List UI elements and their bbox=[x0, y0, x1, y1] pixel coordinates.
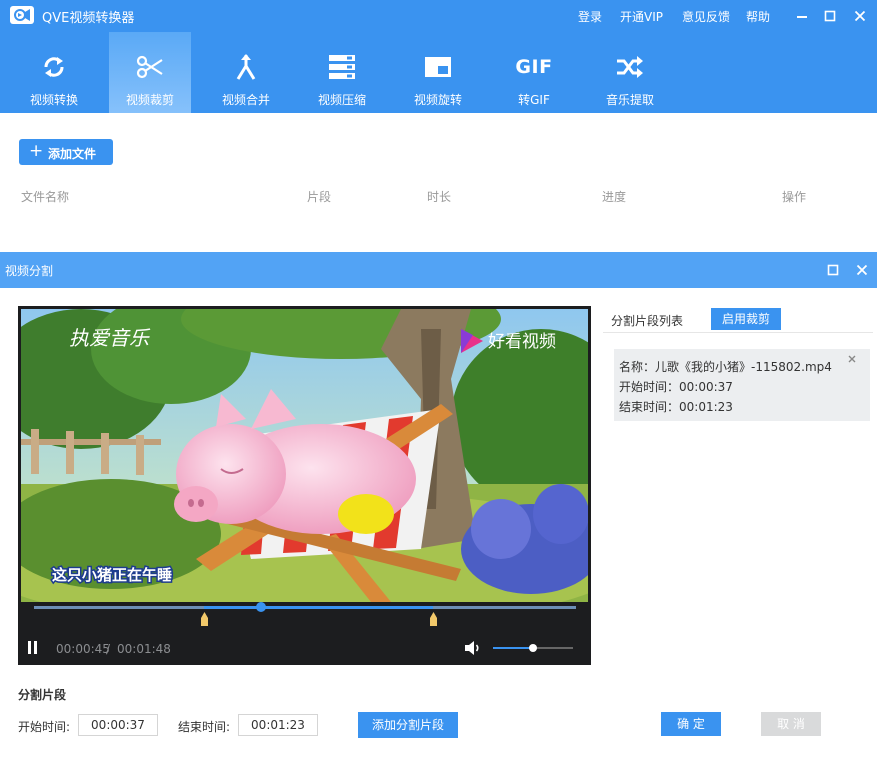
app-logo-icon bbox=[10, 6, 34, 24]
nav-video-merge[interactable]: 视频合并 bbox=[205, 32, 287, 113]
help-link[interactable]: 帮助 bbox=[746, 8, 770, 25]
column-header-filename: 文件名称 bbox=[21, 190, 70, 204]
start-time-label: 开始时间: bbox=[18, 720, 71, 734]
video-scene: 好看视频 执爱音乐 这只小猪正在午睡 bbox=[21, 309, 588, 602]
seek-selection bbox=[204, 606, 433, 609]
column-header-actions: 操作 bbox=[782, 190, 807, 204]
compress-icon bbox=[329, 55, 355, 79]
nav-label: 视频转换 bbox=[29, 93, 78, 107]
top-bar: QVE视频转换器 登录 开通VIP 意见反馈 帮助 视频转换 视频裁剪 视频合并… bbox=[0, 0, 877, 113]
pause-icon[interactable] bbox=[27, 641, 39, 655]
column-header-segment: 片段 bbox=[307, 190, 332, 204]
add-file-button[interactable]: + 添加文件 bbox=[19, 139, 113, 165]
end-time-input[interactable] bbox=[238, 714, 318, 736]
nav-music-extract[interactable]: 音乐提取 bbox=[589, 32, 671, 113]
title-bar: QVE视频转换器 登录 开通VIP 意见反馈 帮助 bbox=[0, 0, 877, 32]
dialog-header: 视频分割 bbox=[0, 252, 877, 288]
time-separator: / bbox=[106, 642, 111, 656]
segment-item[interactable]: 名称：儿歌《我的小猪》-115802.mp4 开始时间：00:00:37 结束时… bbox=[614, 349, 870, 421]
total-time: 00:01:48 bbox=[117, 642, 171, 656]
start-time-input[interactable] bbox=[78, 714, 158, 736]
app-title: QVE视频转换器 bbox=[42, 11, 135, 26]
refresh-icon bbox=[44, 57, 64, 77]
video-subtitle: 这只小猪正在午睡 bbox=[52, 566, 172, 584]
feedback-link[interactable]: 意见反馈 bbox=[682, 8, 730, 25]
video-watermark: 好看视频 bbox=[488, 332, 556, 352]
video-caption-top: 执爱音乐 bbox=[69, 326, 151, 350]
maximize-icon[interactable] bbox=[820, 6, 840, 26]
add-file-label: 添加文件 bbox=[48, 147, 97, 161]
gif-icon: GIF bbox=[515, 56, 553, 78]
nav-label: 视频裁剪 bbox=[125, 93, 174, 107]
nav-video-convert[interactable]: 视频转换 bbox=[13, 32, 95, 113]
segment-end: 结束时间：00:01:23 bbox=[619, 400, 733, 414]
segment-remove-icon[interactable] bbox=[847, 354, 857, 364]
nav-to-gif[interactable]: GIF 转GIF bbox=[493, 32, 575, 113]
cancel-button[interactable]: 取 消 bbox=[761, 712, 821, 736]
shuffle-icon bbox=[617, 56, 643, 78]
end-time-label: 结束时间: bbox=[178, 720, 231, 734]
main-nav: 视频转换 视频裁剪 视频合并 视频压缩 视频旋转 GIF 转GIF 音乐提取 bbox=[0, 32, 877, 113]
add-segment-button[interactable]: 添加分割片段 bbox=[358, 712, 458, 738]
current-time: 00:00:45 bbox=[56, 642, 110, 656]
segment-end-marker[interactable] bbox=[430, 612, 437, 626]
split-section-label: 分割片段 bbox=[18, 688, 67, 702]
nav-label: 音乐提取 bbox=[605, 93, 654, 107]
minimize-icon[interactable] bbox=[792, 6, 812, 26]
merge-icon bbox=[236, 54, 256, 80]
segment-list-title: 分割片段列表 bbox=[611, 314, 684, 328]
vip-link[interactable]: 开通VIP bbox=[620, 8, 663, 25]
enable-crop-button[interactable]: 启用裁剪 bbox=[711, 308, 781, 330]
confirm-button[interactable]: 确 定 bbox=[661, 712, 721, 736]
divider bbox=[603, 332, 873, 333]
video-frame[interactable]: 好看视频 执爱音乐 这只小猪正在午睡 bbox=[21, 309, 588, 602]
nav-label: 视频合并 bbox=[221, 93, 270, 107]
column-header-progress: 进度 bbox=[602, 190, 627, 204]
segment-start-marker[interactable] bbox=[201, 612, 208, 626]
scissors-icon bbox=[136, 55, 163, 79]
nav-label: 视频旋转 bbox=[413, 93, 462, 107]
segment-start: 开始时间：00:00:37 bbox=[619, 380, 733, 394]
video-player: 好看视频 执爱音乐 这只小猪正在午睡 bbox=[18, 306, 591, 665]
login-link[interactable]: 登录 bbox=[578, 8, 602, 25]
rotate-icon bbox=[425, 57, 451, 77]
nav-video-crop[interactable]: 视频裁剪 bbox=[109, 32, 191, 113]
close-icon[interactable] bbox=[850, 6, 870, 26]
volume-icon[interactable] bbox=[464, 640, 482, 656]
nav-label: 转GIF bbox=[518, 93, 550, 107]
dialog-close-icon[interactable] bbox=[854, 262, 870, 278]
dialog-title: 视频分割 bbox=[5, 264, 54, 278]
dialog-maximize-icon[interactable] bbox=[825, 262, 841, 278]
nav-video-compress[interactable]: 视频压缩 bbox=[301, 32, 383, 113]
plus-icon: + bbox=[29, 141, 44, 161]
volume-handle[interactable] bbox=[529, 644, 537, 652]
nav-video-rotate[interactable]: 视频旋转 bbox=[397, 32, 479, 113]
seek-handle[interactable] bbox=[256, 602, 266, 612]
segment-name: 名称：儿歌《我的小猪》-115802.mp4 bbox=[619, 360, 832, 374]
nav-label: 视频压缩 bbox=[317, 93, 366, 107]
volume-fill bbox=[493, 647, 533, 649]
column-header-duration: 时长 bbox=[427, 190, 452, 204]
